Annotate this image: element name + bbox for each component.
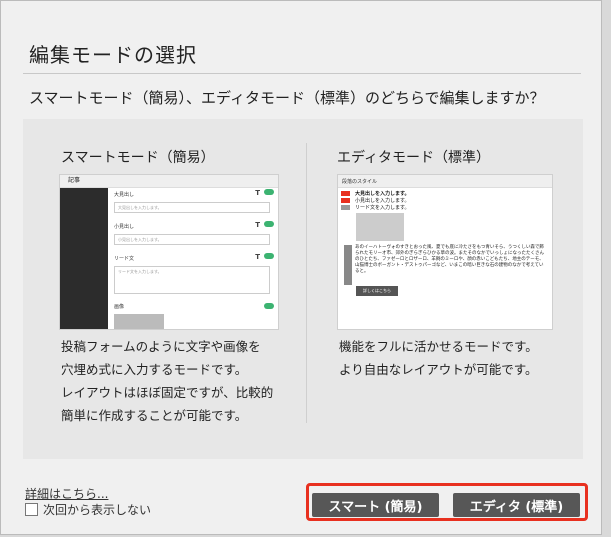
editor-mode-preview[interactable]: 段落のスタイル 大見出しを入力します。 小見出しを入力します。 リード文を入力し… <box>337 174 553 330</box>
smart-mode-button[interactable]: スマート (簡易) <box>312 493 439 517</box>
editor-mode-description: 機能をフルに活かせるモードです。 より自由なレイアウトが可能です。 <box>339 339 538 377</box>
title-divider <box>23 73 581 74</box>
text-format-icon: T <box>255 221 260 229</box>
toggle-icon <box>264 221 274 227</box>
preview-body: あのイーハトーヴォのすきとおった風、夏でも底に冷たさをもつ青いそら、うつくしい森… <box>355 245 544 274</box>
dialog-question: スマートモード（簡易）、エディタモード（標準）のどちらで編集しますか？ <box>29 89 545 107</box>
editor-preview-toolbar: 段落のスタイル <box>338 175 552 188</box>
smart-preview-field: 画像 <box>114 303 270 329</box>
red-tag-icon <box>341 191 350 196</box>
smart-mode-description: 投稿フォームのように文字や画像を 穴埋め式に入力するモードです。 レイアウトはほ… <box>61 339 274 423</box>
image-placeholder-icon <box>356 213 404 241</box>
toggle-icon <box>264 303 274 309</box>
dont-show-label: 次回から表示しない <box>43 503 152 517</box>
column-divider <box>306 143 307 423</box>
preview-button: 詳しくはこちら <box>356 286 398 296</box>
smart-preview-header: 記事 <box>60 175 278 188</box>
block-marker-icon <box>344 245 352 285</box>
red-tag-icon <box>341 198 350 203</box>
smart-preview-sidebar <box>60 188 108 329</box>
editor-mode-title: エディタモード（標準） <box>337 150 491 166</box>
preview-lead: リード文を入力します。 <box>355 205 410 211</box>
text-format-icon: T <box>255 253 260 261</box>
preview-subheading: 小見出しを入力します。 <box>355 198 410 204</box>
toggle-icon <box>264 189 274 195</box>
details-link[interactable]: 詳細はこちら... <box>25 485 108 502</box>
preview-heading: 大見出しを入力します。 <box>355 191 410 197</box>
dialog-title: 編集モードの選択 <box>29 43 197 67</box>
dont-show-checkbox[interactable] <box>25 503 38 516</box>
text-format-icon: T <box>255 189 260 197</box>
smart-preview-field: 大見出し 大見出しを入力します。 <box>114 191 270 213</box>
dont-show-again-row[interactable]: 次回から表示しない <box>25 501 151 518</box>
toggle-icon <box>264 253 274 259</box>
editor-mode-button[interactable]: エディタ (標準) <box>453 493 580 517</box>
smart-mode-title: スマートモード（簡易） <box>61 150 215 166</box>
smart-preview-field: 小見出し 小見出しを入力します。 <box>114 223 270 245</box>
mode-select-dialog: 編集モードの選択 スマートモード（簡易）、エディタモード（標準）のどちらで編集し… <box>0 0 602 535</box>
smart-preview-field: リード文 リード文を入力します。 <box>114 255 270 294</box>
smart-mode-preview[interactable]: 記事 大見出し 大見出しを入力します。 小見出し 小見出しを入力します。 リード… <box>59 174 279 330</box>
gray-tag-icon <box>341 205 350 210</box>
